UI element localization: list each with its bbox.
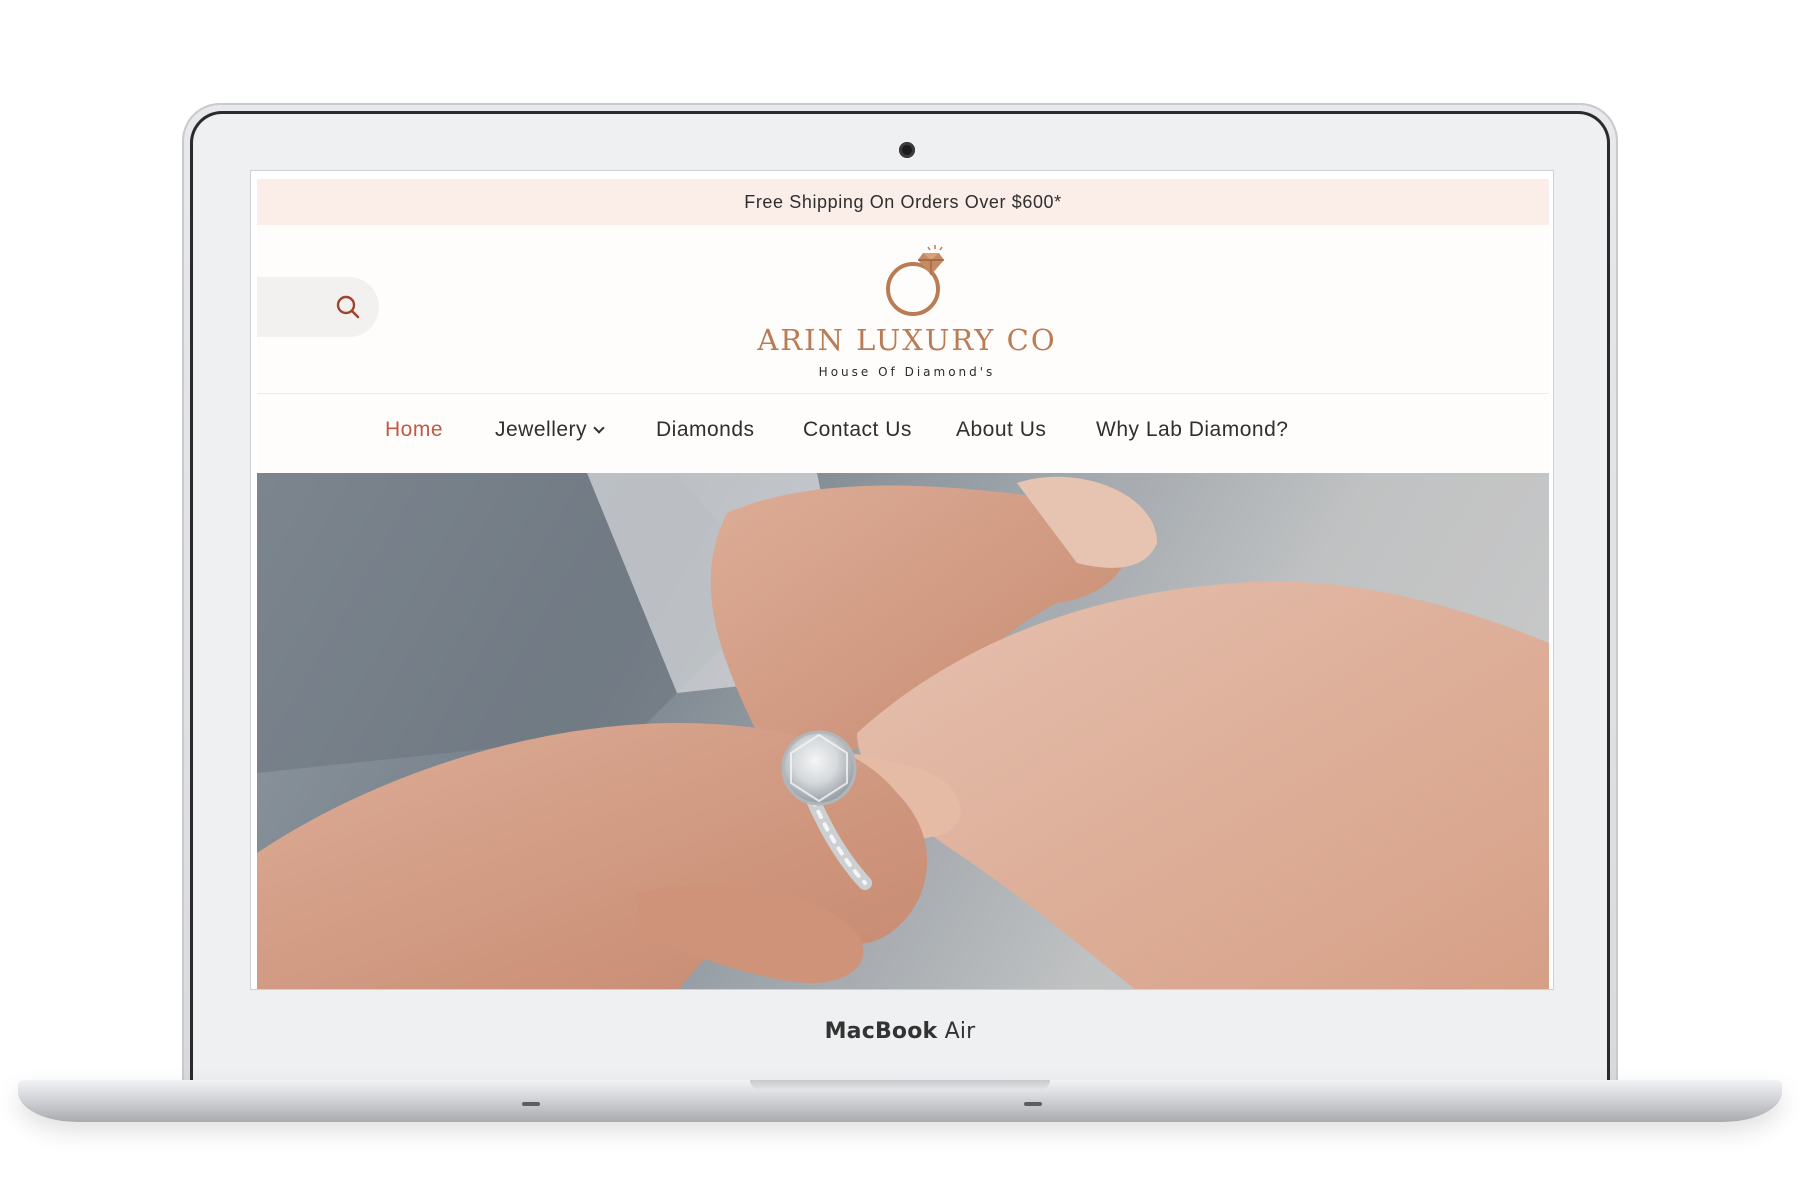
base-foot — [522, 1102, 540, 1106]
nav-item-jewellery[interactable]: Jewellery — [495, 418, 605, 442]
site-logo[interactable]: ARIN LUXURY CO House Of Diamond's — [757, 243, 1057, 383]
nav-item-diamonds[interactable]: Diamonds — [656, 418, 755, 442]
nav-item-why-lab-diamond[interactable]: Why Lab Diamond? — [1096, 418, 1288, 442]
nav-item-contact-us[interactable]: Contact Us — [803, 418, 912, 442]
logo-wordmark: ARIN LUXURY CO — [757, 323, 1057, 357]
announcement-text: Free Shipping On Orders Over $600* — [744, 191, 1062, 212]
chevron-down-icon — [593, 422, 605, 434]
nav-item-home[interactable]: Home — [385, 418, 443, 442]
laptop-base — [18, 1080, 1782, 1122]
hero-photo-illustration — [257, 473, 1549, 989]
lid-opening-notch — [750, 1080, 1050, 1090]
announcement-bar: Free Shipping On Orders Over $600* — [257, 179, 1549, 225]
hero-image — [257, 473, 1549, 989]
browser-viewport: Free Shipping On Orders Over $600* ARIN … — [250, 170, 1554, 990]
nav-item-about-us[interactable]: About Us — [956, 418, 1046, 442]
base-foot — [1024, 1102, 1042, 1106]
diamond-ring-icon — [886, 245, 944, 316]
site-header: ARIN LUXURY CO House Of Diamond's — [257, 225, 1549, 393]
camera-icon — [899, 142, 915, 158]
search-icon — [336, 295, 360, 319]
search-button[interactable] — [257, 277, 379, 337]
logo-tagline: House Of Diamond's — [818, 365, 996, 379]
main-navigation: Home Jewellery Diamonds Contact Us About… — [257, 393, 1549, 473]
device-label: MacBook Air — [824, 1019, 976, 1044]
